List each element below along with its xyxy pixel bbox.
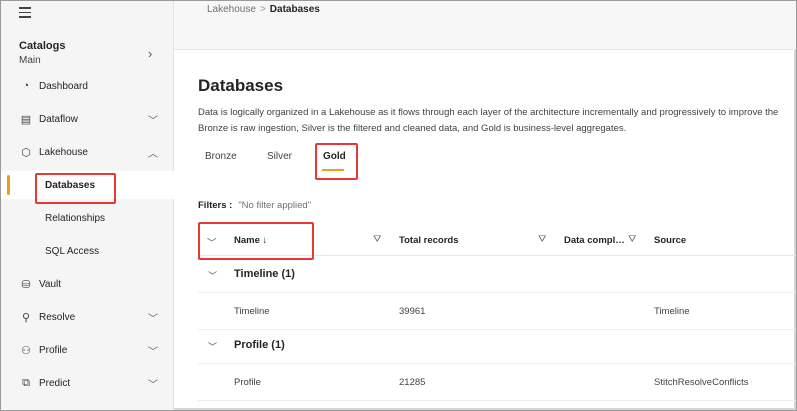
filters-value: "No filter applied" — [238, 200, 312, 211]
breadcrumb: Lakehouse > Databases — [207, 4, 320, 15]
filter-icon[interactable]: ⛛ — [538, 234, 546, 245]
filters-bar: Filters : "No filter applied" — [198, 200, 311, 211]
table-row[interactable]: Timeline 39961 Timeline — [198, 293, 796, 330]
chevron-up-icon: ︿ — [148, 148, 158, 160]
column-header-name[interactable]: Name ↓ — [234, 235, 267, 246]
tab-bronze[interactable]: Bronze — [205, 151, 237, 162]
sidebar-item-profile[interactable]: ⚇ Profile ﹀ — [1, 336, 173, 364]
filters-label: Filters : — [198, 200, 233, 211]
page-title: Databases — [198, 76, 284, 95]
column-header-source[interactable]: Source — [654, 235, 686, 246]
group-row-timeline[interactable]: ﹀ Timeline (1) — [198, 260, 796, 293]
page-description: Data is logically organized in a Lakehou… — [198, 107, 779, 134]
sidebar-item-relationships[interactable]: Relationships — [1, 204, 173, 232]
chevron-down-icon: ﹀ — [148, 379, 158, 391]
cell-source: Timeline — [654, 306, 690, 317]
cell-name: Timeline — [234, 306, 270, 317]
cell-total-records: 21285 — [399, 377, 426, 388]
sidebar-item-lakehouse[interactable]: ⬡ Lakehouse ︿ — [1, 138, 173, 166]
breadcrumb-separator: > — [259, 4, 266, 15]
breadcrumb-lakehouse[interactable]: Lakehouse — [207, 4, 256, 15]
gauge-icon: ◔ — [22, 80, 30, 92]
hierarchy-icon: ⚲ — [21, 311, 31, 324]
top-bar: Lakehouse > Databases — [174, 1, 796, 50]
chevron-down-icon[interactable]: ﹀ — [208, 269, 217, 282]
sidebar-item-predict[interactable]: ⧉ Predict ﹀ — [1, 369, 173, 397]
chevron-down-icon: ﹀ — [148, 313, 158, 325]
column-header-total-records[interactable]: Total records — [399, 235, 458, 246]
sidebar-item-dashboard[interactable]: ◔ Dashboard — [1, 72, 173, 100]
sidebar-item-sql-access[interactable]: SQL Access — [1, 237, 173, 265]
app-window: Catalogs Main › ◔ Dashboard ▤ Dataflow ﹀… — [0, 0, 797, 411]
dataflow-icon: ▤ — [20, 113, 32, 126]
sidebar: Catalogs Main › ◔ Dashboard ▤ Dataflow ﹀… — [1, 1, 174, 410]
tab-gold[interactable]: Gold — [323, 151, 346, 162]
database-icon: ⛁ — [21, 278, 31, 291]
table-row[interactable]: Profile 21285 StitchResolveConflicts — [198, 364, 796, 401]
cell-name: Profile — [234, 377, 261, 388]
chevron-right-icon[interactable]: › — [148, 46, 152, 61]
active-indicator — [7, 175, 10, 195]
chevron-down-icon[interactable]: ﹀ — [208, 340, 217, 353]
tab-silver[interactable]: Silver — [267, 151, 292, 162]
tab-active-indicator — [322, 169, 344, 171]
filter-icon[interactable]: ⛛ — [373, 234, 381, 245]
people-icon: ⚇ — [21, 344, 31, 357]
cell-total-records: 39961 — [399, 306, 426, 317]
catalogs-title[interactable]: Catalogs — [19, 40, 65, 52]
sidebar-item-dataflow[interactable]: ▤ Dataflow ﹀ — [1, 105, 173, 133]
sidebar-item-resolve[interactable]: ⚲ Resolve ﹀ — [1, 303, 173, 331]
collapse-all-chevron-icon[interactable]: ﹀ — [207, 235, 217, 249]
breadcrumb-current: Databases — [269, 4, 320, 15]
cell-source: StitchResolveConflicts — [654, 377, 749, 388]
table-header: ﹀ Name ↓ ⛛ Total records ⛛ Data compl… ⛛… — [198, 227, 796, 256]
cube-icon: ⬡ — [21, 146, 31, 159]
filter-icon[interactable]: ⛛ — [628, 234, 636, 245]
hamburger-menu-icon[interactable] — [19, 7, 31, 21]
sidebar-item-vault[interactable]: ⛁ Vault — [1, 270, 173, 298]
chevron-down-icon: ﹀ — [148, 346, 158, 358]
column-header-data-completeness[interactable]: Data compl… — [564, 235, 625, 246]
group-row-profile[interactable]: ﹀ Profile (1) — [198, 331, 796, 364]
sidebar-item-databases[interactable]: Databases — [1, 171, 174, 199]
chevron-down-icon: ﹀ — [148, 115, 158, 127]
catalogs-current: Main — [19, 55, 41, 66]
predict-icon: ⧉ — [22, 376, 30, 389]
